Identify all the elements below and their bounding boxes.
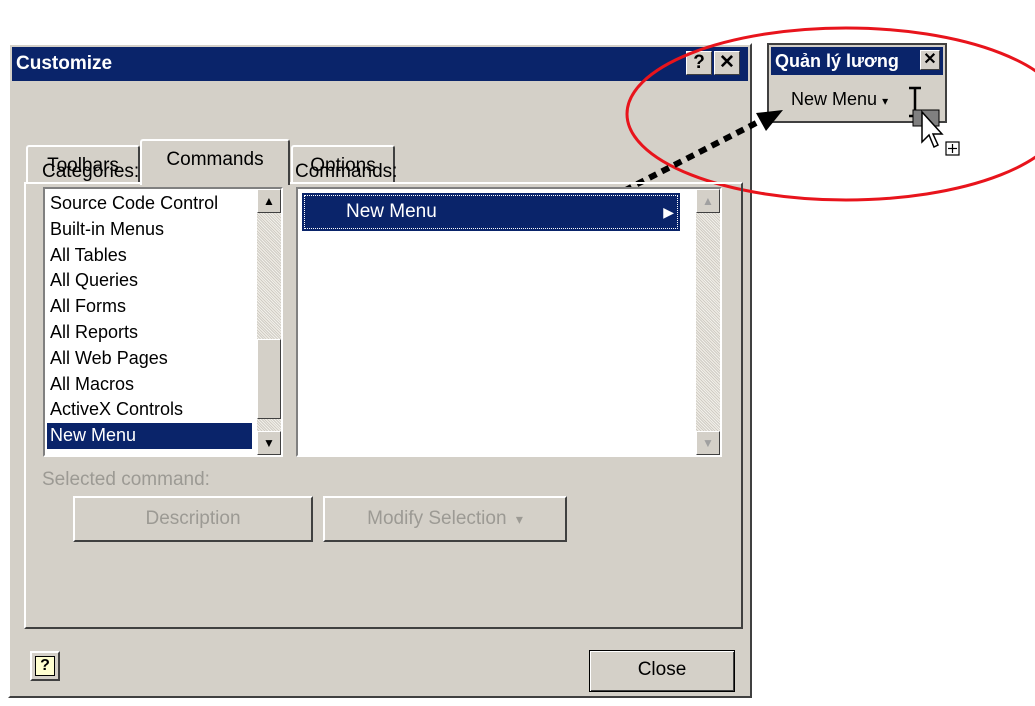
list-item[interactable]: Built-in Menus: [47, 217, 252, 243]
scroll-up-icon[interactable]: ▲: [257, 189, 281, 213]
toolbar-new-menu[interactable]: New Menu ▾: [791, 89, 888, 110]
help-icon[interactable]: ?: [30, 651, 60, 681]
scroll-up-icon[interactable]: ▲: [696, 189, 720, 213]
command-item-new-menu[interactable]: New Menu ▶: [302, 193, 680, 231]
toolbar-titlebar[interactable]: Quản lý lương ✕: [771, 47, 943, 75]
list-item[interactable]: All Queries: [47, 268, 252, 294]
list-item[interactable]: All Tables: [47, 243, 252, 269]
scroll-down-icon[interactable]: ▼: [257, 431, 281, 455]
list-item[interactable]: All Macros: [47, 372, 252, 398]
list-item[interactable]: Source Code Control: [47, 191, 252, 217]
toolbar-title: Quản lý lương: [775, 51, 899, 71]
categories-list[interactable]: Source Code Control Built-in Menus All Tab…: [43, 187, 283, 457]
description-button[interactable]: Description: [73, 496, 313, 542]
commands-list[interactable]: New Menu ▶ ▲ ▼: [296, 187, 722, 457]
dialog-title: Customize: [16, 53, 113, 74]
dropdown-arrow-icon: ▾: [515, 511, 523, 527]
scroll-thumb[interactable]: [257, 339, 281, 419]
command-item-label: New Menu: [346, 201, 437, 222]
tab-commands-label: Commands: [166, 149, 264, 170]
submenu-arrow-icon: ▶: [663, 204, 674, 220]
close-icon[interactable]: ✕: [714, 51, 740, 75]
categories-items: Source Code Control Built-in Menus All Tab…: [47, 191, 252, 449]
list-item[interactable]: All Reports: [47, 320, 252, 346]
dialog-titlebar[interactable]: Customize ? ✕: [12, 47, 748, 81]
modify-selection-button[interactable]: Modify Selection ▾: [323, 496, 567, 542]
list-item[interactable]: ActiveX Controls: [47, 397, 252, 423]
tab-commands[interactable]: Commands: [140, 139, 290, 185]
list-item[interactable]: All Web Pages: [47, 346, 252, 372]
toolbar-dropdown-icon: ▾: [882, 94, 889, 108]
customize-dialog: Customize ? ✕ Toolbars Commands Options …: [8, 43, 752, 698]
help-button[interactable]: ?: [686, 51, 712, 75]
floating-toolbar[interactable]: Quản lý lương ✕ New Menu ▾: [767, 43, 947, 123]
categories-scrollbar[interactable]: ▲ ▼: [257, 189, 281, 455]
list-item[interactable]: All Forms: [47, 294, 252, 320]
scroll-down-icon[interactable]: ▼: [696, 431, 720, 455]
categories-label: Categories:: [42, 161, 140, 182]
commands-scrollbar[interactable]: ▲ ▼: [696, 189, 720, 455]
modify-selection-label: Modify Selection: [367, 508, 507, 529]
list-item[interactable]: New Menu: [47, 423, 252, 449]
commands-label: Commands:: [295, 161, 398, 182]
close-button[interactable]: Close: [589, 650, 735, 692]
toolbar-menu-label: New Menu: [791, 89, 878, 109]
selected-command-label: Selected command:: [42, 469, 210, 490]
toolbar-close-icon[interactable]: ✕: [920, 50, 940, 70]
